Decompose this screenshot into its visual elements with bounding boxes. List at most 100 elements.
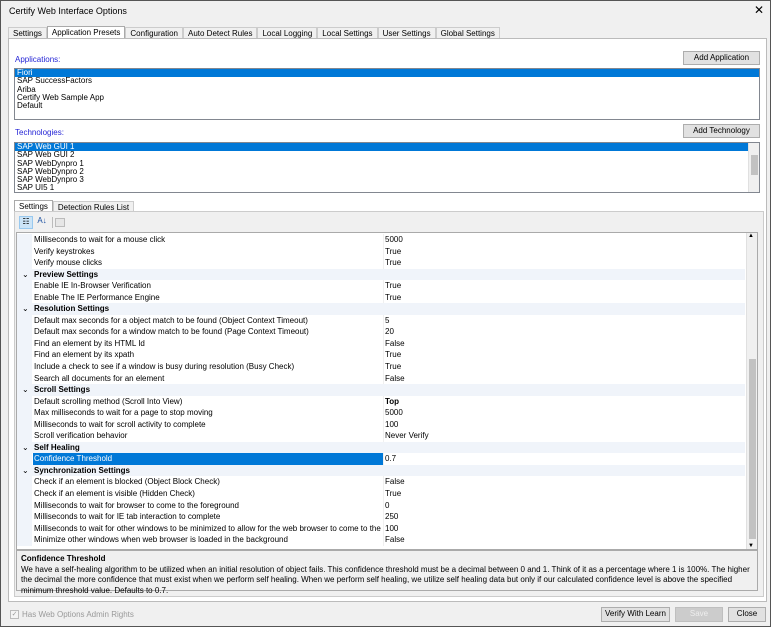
property-value[interactable]: True <box>385 292 401 304</box>
property-value[interactable]: 100 <box>385 523 398 535</box>
grid-row[interactable]: Confidence Threshold 0.7 <box>17 453 745 465</box>
grid-row[interactable]: Enable The IE Performance Engine True <box>17 291 745 304</box>
categorized-icon[interactable]: ☷ <box>19 216 33 229</box>
property-value[interactable]: True <box>385 349 401 361</box>
column-divider <box>383 511 384 523</box>
technologies-list[interactable]: SAP Web GUI 1 SAP Web GUI 2 SAP WebDynpro … <box>14 142 760 193</box>
technology-item[interactable]: SAP WebDynpro 2 <box>15 167 749 176</box>
technology-item[interactable]: SAP Web GUI 2 <box>15 150 749 159</box>
column-divider <box>383 326 384 338</box>
grid-row[interactable]: Milliseconds to wait for scroll activity… <box>17 418 745 431</box>
row-gutter <box>17 326 32 338</box>
window-title: Certify Web Interface Options <box>9 6 127 16</box>
close-button[interactable]: Close <box>728 607 766 622</box>
property-name: Find an element by its HTML Id <box>34 338 145 348</box>
description-box: Confidence Threshold We have a self-heal… <box>16 550 758 595</box>
grid-row[interactable]: Default max seconds for a window match t… <box>17 326 745 338</box>
save-button[interactable]: Save <box>675 607 723 622</box>
column-divider <box>383 453 384 465</box>
property-name: Search all documents for an element <box>34 373 165 383</box>
grid-row[interactable]: Milliseconds to wait for a mouse click 50… <box>17 234 745 246</box>
sort-alphabetical-icon[interactable]: A↓ <box>35 216 49 229</box>
property-grid[interactable]: Milliseconds to wait for a mouse click 50… <box>16 232 758 550</box>
technology-item[interactable]: SAP WebDynpro 3 <box>15 175 749 184</box>
row-gutter <box>17 476 32 489</box>
admin-rights-checkbox[interactable]: ✓ <box>10 610 19 619</box>
property-name: Find an element by its xpath <box>34 350 135 360</box>
technology-item[interactable]: SAP WebDynpro 1 <box>15 159 749 168</box>
technologies-scrollbar[interactable] <box>748 143 759 192</box>
property-value[interactable]: 20 <box>385 326 394 338</box>
chevron-down-icon[interactable]: ⌄ <box>22 442 29 454</box>
property-value[interactable]: True <box>385 280 401 292</box>
grid-row[interactable]: Search all documents for an element False <box>17 372 745 385</box>
property-value[interactable]: False <box>385 373 405 385</box>
grid-row[interactable]: Verify keystrokes True <box>17 245 745 258</box>
grid-row[interactable]: Find an element by its xpath True <box>17 349 745 362</box>
chevron-down-icon[interactable]: ⌄ <box>22 465 29 477</box>
grid-row[interactable]: Max milliseconds to wait for a page to s… <box>17 407 745 419</box>
grid-row[interactable]: Milliseconds to wait for other windows t… <box>17 522 745 535</box>
chevron-down-icon[interactable]: ⌄ <box>22 384 29 396</box>
row-gutter <box>17 511 32 523</box>
property-value[interactable]: Never Verify <box>385 430 429 442</box>
property-name: Milliseconds to wait for IE tab interact… <box>34 512 221 522</box>
grid-row[interactable]: Check if an element is visible (Hidden C… <box>17 488 745 500</box>
grid-category[interactable]: ⌄ Self Healing <box>17 441 745 454</box>
property-value[interactable]: False <box>385 534 405 546</box>
property-value[interactable]: True <box>385 361 401 373</box>
technology-item[interactable]: SAP UI5 1 <box>15 184 749 192</box>
grid-row[interactable]: Find an element by its HTML Id False <box>17 337 745 350</box>
close-icon[interactable]: ✕ <box>751 3 767 17</box>
property-value[interactable]: True <box>385 257 401 269</box>
property-name: Include a check to see if a window is bu… <box>34 362 295 372</box>
grid-category[interactable]: ⌄ Preview Settings <box>17 268 745 281</box>
property-value[interactable]: 5 <box>385 315 389 327</box>
application-item[interactable]: Fiori <box>15 69 759 78</box>
column-divider <box>383 372 384 385</box>
property-value[interactable]: 100 <box>385 419 398 431</box>
grid-category[interactable]: ⌄ Synchronization Settings <box>17 464 745 477</box>
grid-row[interactable]: Default max seconds for a object match t… <box>17 314 745 327</box>
grid-row[interactable]: Verify mouse clicks True <box>17 257 745 269</box>
property-value[interactable]: False <box>385 338 405 350</box>
property-value[interactable]: 5000 <box>385 407 403 419</box>
application-item[interactable]: Ariba <box>15 85 759 94</box>
grid-row[interactable]: Minimize other windows when web browser … <box>17 534 745 546</box>
grid-row[interactable]: Scroll verification behavior Never Verify <box>17 430 745 442</box>
application-item[interactable]: Certify Web Sample App <box>15 93 759 102</box>
grid-row[interactable]: Include a check to see if a window is bu… <box>17 361 745 373</box>
technology-item[interactable]: SAP Web GUI 1 <box>15 143 749 152</box>
grid-row[interactable]: Milliseconds to wait for IE tab interact… <box>17 511 745 523</box>
grid-row[interactable]: Milliseconds to wait for browser to come… <box>17 499 745 512</box>
application-item[interactable]: SAP SuccessFactors <box>15 76 759 85</box>
property-grid-scrollbar[interactable]: ▲ ▼ <box>746 233 757 549</box>
column-divider <box>383 499 384 512</box>
grid-category[interactable]: ⌄ Scroll Settings <box>17 384 745 396</box>
add-technology-button[interactable]: Add Technology <box>683 124 760 138</box>
grid-row[interactable]: Default scrolling method (Scroll Into Vi… <box>17 395 745 408</box>
property-name: Verify keystrokes <box>34 246 95 256</box>
application-item[interactable]: Default <box>15 101 759 110</box>
property-value[interactable]: True <box>385 488 401 500</box>
category-label: Scroll Settings <box>34 385 91 395</box>
column-divider <box>383 476 384 489</box>
add-application-button[interactable]: Add Application <box>683 51 760 65</box>
property-value[interactable]: 0.7 <box>385 453 396 465</box>
grid-row[interactable]: Enable IE In-Browser Verification True <box>17 280 745 292</box>
chevron-down-icon[interactable]: ⌄ <box>22 269 29 281</box>
chevron-down-icon[interactable]: ⌄ <box>22 303 29 315</box>
property-value[interactable]: 0 <box>385 500 389 512</box>
property-value[interactable]: 250 <box>385 511 398 523</box>
row-gutter <box>17 499 32 512</box>
property-value[interactable]: True <box>385 246 401 258</box>
property-value[interactable]: 5000 <box>385 234 403 246</box>
column-divider <box>383 349 384 362</box>
property-value[interactable]: False <box>385 476 405 488</box>
property-name: Confidence Threshold <box>33 453 383 465</box>
applications-list[interactable]: Fiori SAP SuccessFactors Ariba Certify Web … <box>14 68 760 120</box>
grid-row[interactable]: Check if an element is blocked (Object B… <box>17 476 745 489</box>
verify-with-learn-button[interactable]: Verify With Learn <box>601 607 670 622</box>
property-value[interactable]: Top <box>385 396 399 408</box>
grid-category[interactable]: ⌄ Resolution Settings <box>17 303 745 315</box>
